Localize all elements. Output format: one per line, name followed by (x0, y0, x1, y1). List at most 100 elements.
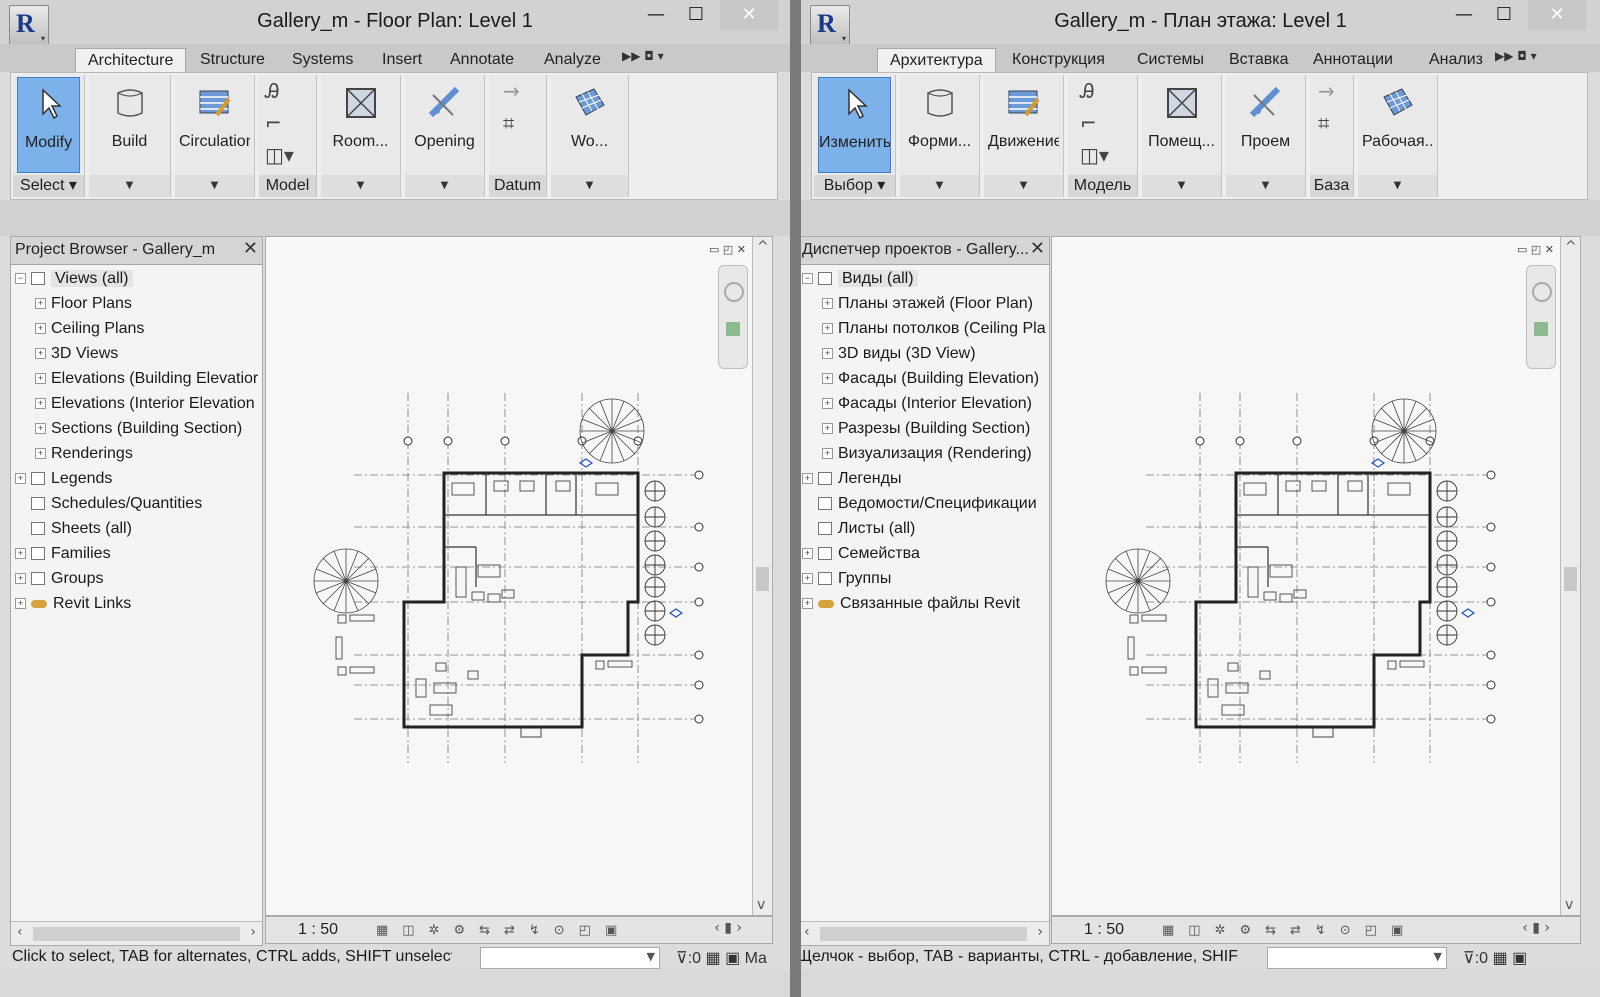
more-tabs-icon[interactable]: ▶▶ ◘ ▾ (1495, 49, 1537, 63)
tab-insert[interactable]: Вставка (1229, 48, 1288, 72)
expand-icon[interactable]: + (15, 598, 26, 610)
chevron-down-icon[interactable]: ▼ (89, 175, 170, 197)
tree-node-interior-elevations[interactable]: + Фасады (Interior Elevation) (822, 392, 1032, 416)
scroll-up-icon[interactable]: ^ (757, 239, 769, 255)
steering-wheel-icon[interactable] (724, 282, 744, 302)
tab-analyze[interactable]: Analyze (544, 48, 601, 72)
scroll-up-icon[interactable]: ^ (1565, 239, 1577, 255)
circulation-button[interactable]: Движение (988, 77, 1059, 173)
expand-icon[interactable]: + (802, 548, 813, 560)
tree-node-schedules[interactable]: Schedules/Quantities (31, 492, 202, 516)
chevron-down-icon[interactable]: ▼ (321, 175, 400, 197)
tab-architecture[interactable]: Architecture (75, 48, 187, 72)
vertical-scrollbar[interactable]: ^ v (1560, 237, 1580, 915)
collapse-icon[interactable]: − (15, 273, 26, 285)
tab-structure[interactable]: Structure (200, 48, 265, 72)
maximize-button[interactable]: ☐ (676, 0, 716, 30)
navigation-bar[interactable] (1526, 265, 1556, 369)
model-text-icon[interactable]: Ꭿ (1080, 79, 1120, 111)
panel-label-select[interactable]: Выбор ▾ (814, 175, 895, 197)
drawing-area[interactable]: ▭ ◰ ✕ ^ v (1051, 236, 1581, 916)
view-bar-scroll[interactable]: ‹ ▮ › (714, 920, 742, 936)
expand-icon[interactable]: + (35, 348, 46, 360)
expand-icon[interactable]: + (802, 473, 813, 485)
tree-node-building-elevations[interactable]: + Elevations (Building Elevatior (35, 367, 258, 391)
close-button[interactable]: ✕ (1528, 0, 1586, 30)
view-control-icons[interactable]: ▦◫✲⚙⇆⇄↯⊙◰▣ (1162, 923, 1417, 938)
tree-node-floor-plans[interactable]: + Floor Plans (35, 292, 132, 316)
view-scale[interactable]: 1 : 50 (1084, 921, 1124, 939)
tree-node-renderings[interactable]: + Renderings (35, 442, 133, 466)
tree-node-legends[interactable]: + Legends (15, 467, 112, 491)
tree-node-sections[interactable]: + Разрезы (Building Section) (822, 417, 1030, 441)
grid-icon[interactable]: ⌗ (1318, 111, 1358, 143)
expand-icon[interactable]: + (822, 423, 833, 435)
level-icon[interactable]: → (503, 79, 543, 111)
tree-node-legends[interactable]: + Легенды (802, 467, 901, 491)
workset-combo[interactable]: ▼ (480, 947, 660, 969)
model-text-icon[interactable]: Ꭿ (265, 79, 305, 111)
close-button[interactable]: ✕ (720, 0, 778, 30)
minimize-button[interactable]: — (636, 0, 676, 30)
horizontal-scrollbar[interactable]: ‹ › (801, 921, 1049, 945)
floor-plan[interactable] (1098, 387, 1498, 767)
chevron-down-icon[interactable]: ▼ (900, 175, 979, 197)
room-button[interactable]: Room... (325, 77, 396, 173)
tree-node-sheets[interactable]: Sheets (all) (31, 517, 132, 541)
tab-insert[interactable]: Insert (382, 48, 422, 72)
expand-icon[interactable]: + (822, 448, 833, 460)
scroll-left-icon[interactable]: ‹ (804, 924, 810, 940)
opening-button[interactable]: Проем (1230, 77, 1301, 173)
tree-node-groups[interactable]: + Groups (15, 567, 103, 591)
chevron-down-icon[interactable]: ▼ (551, 175, 628, 197)
view-scale[interactable]: 1 : 50 (298, 921, 338, 939)
tab-systems[interactable]: Systems (292, 48, 353, 72)
expand-icon[interactable]: + (35, 298, 46, 310)
modify-button[interactable]: Modify (17, 77, 80, 173)
expand-icon[interactable]: + (822, 373, 833, 385)
tab-systems[interactable]: Системы (1137, 48, 1204, 72)
floor-plan[interactable] (306, 387, 706, 767)
expand-icon[interactable]: + (822, 323, 833, 335)
tree-node-families[interactable]: + Семейства (802, 542, 920, 566)
scroll-thumb[interactable] (756, 567, 769, 591)
tab-analyze[interactable]: Анализ (1429, 48, 1483, 72)
expand-icon[interactable]: + (35, 398, 46, 410)
selection-filter[interactable]: ⊽:0 ▦ ▣ Ma (676, 948, 767, 968)
expand-icon[interactable]: + (35, 373, 46, 385)
drawing-area[interactable]: ▭ ◰ ✕ ^ v (265, 236, 773, 916)
collapse-icon[interactable]: − (802, 273, 813, 285)
expand-icon[interactable]: + (15, 473, 26, 485)
close-icon[interactable]: ✕ (1030, 238, 1045, 259)
expand-icon[interactable]: + (15, 573, 26, 585)
tab-annotate[interactable]: Annotate (450, 48, 514, 72)
chevron-down-icon[interactable]: ▼ (175, 175, 254, 197)
tab-structure[interactable]: Конструкция (1012, 48, 1105, 72)
chevron-down-icon[interactable]: ▼ (984, 175, 1063, 197)
tree-node-views[interactable]: − Views (all) (15, 267, 133, 291)
view-window-controls[interactable]: ▭ ◰ ✕ (1517, 243, 1554, 256)
model-line-icon[interactable]: ⌐ (265, 111, 305, 143)
expand-icon[interactable]: + (35, 323, 46, 335)
expand-icon[interactable]: + (35, 448, 46, 460)
workplane-button[interactable]: Рабочая... (1362, 77, 1433, 173)
more-tabs-icon[interactable]: ▶▶ ◘ ▾ (622, 49, 664, 63)
model-group-icon[interactable]: ◫▾ (265, 143, 305, 175)
scroll-thumb[interactable] (820, 927, 1027, 941)
build-button[interactable]: Build (93, 77, 166, 173)
model-line-icon[interactable]: ⌐ (1080, 111, 1120, 143)
tree-node-interior-elevations[interactable]: + Elevations (Interior Elevation (35, 392, 255, 416)
view-window-controls[interactable]: ▭ ◰ ✕ (709, 243, 746, 256)
expand-icon[interactable]: + (822, 348, 833, 360)
minimize-button[interactable]: — (1444, 0, 1484, 30)
tree-node-sections[interactable]: + Sections (Building Section) (35, 417, 242, 441)
expand-icon[interactable]: + (15, 548, 26, 560)
expand-icon[interactable]: + (822, 298, 833, 310)
tree-node-3d-views[interactable]: +3D виды (3D View) (822, 342, 976, 366)
tree-node-families[interactable]: + Families (15, 542, 111, 566)
expand-icon[interactable]: + (802, 598, 813, 610)
room-button[interactable]: Помещ... (1146, 77, 1217, 173)
vertical-scrollbar[interactable]: ^ v (752, 237, 772, 915)
scroll-down-icon[interactable]: v (1565, 897, 1573, 913)
selection-filter[interactable]: ⊽:0 ▦ ▣ (1463, 948, 1527, 968)
